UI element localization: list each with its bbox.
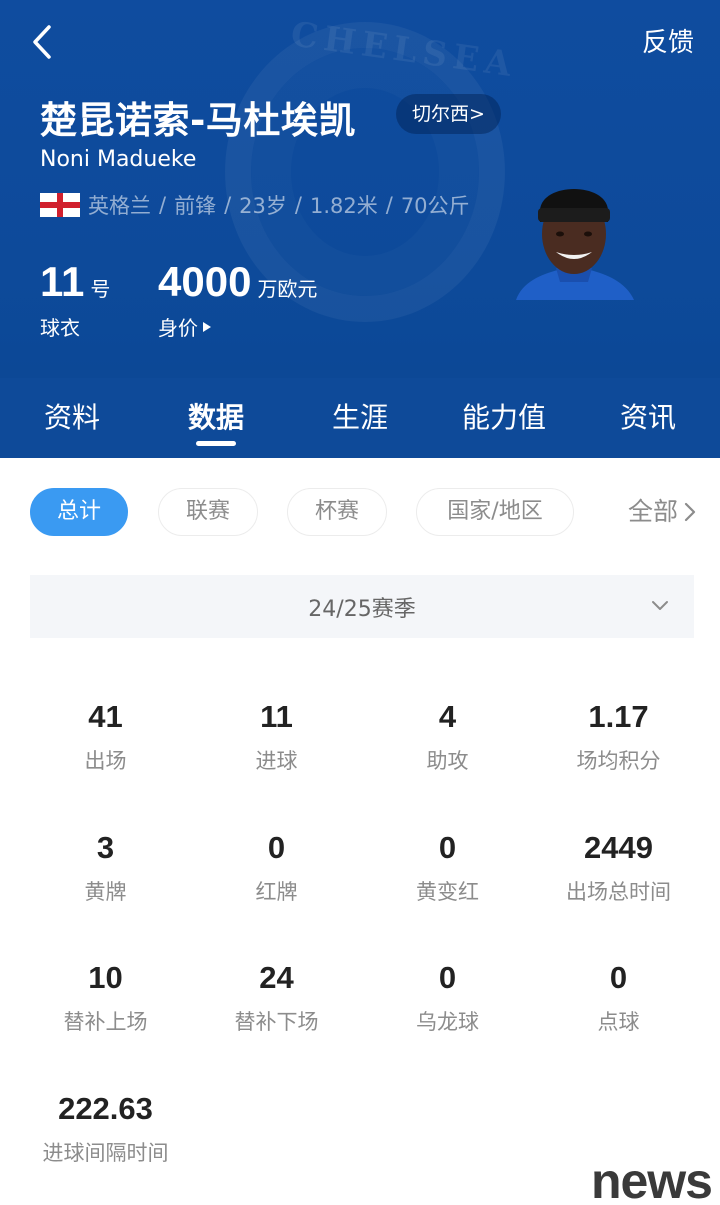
- stat-value: 11: [260, 699, 293, 734]
- stat-value: 222.63: [58, 1091, 153, 1126]
- stat-value: 41: [88, 699, 123, 734]
- jersey-caption: 球衣: [40, 316, 80, 340]
- stat-minutes-played: 2449 出场总时间: [533, 826, 704, 906]
- stat-label: 助攻: [426, 749, 469, 773]
- stat-value: 0: [438, 830, 457, 865]
- meta-separator: /: [224, 193, 232, 217]
- tab-career[interactable]: 生涯: [288, 378, 432, 458]
- club-link[interactable]: 切尔西>: [396, 94, 501, 134]
- tab-profile[interactable]: 资料: [0, 378, 144, 458]
- stat-yellow-cards: 3 黄牌: [20, 826, 191, 906]
- stat-second-yellow: 0 黄变红: [362, 826, 533, 906]
- stat-label: 乌龙球: [416, 1010, 479, 1034]
- stat-value: 1.17: [588, 699, 649, 734]
- filter-all-button[interactable]: 全部: [628, 488, 696, 536]
- chevron-left-icon: [33, 25, 51, 59]
- nationality: 英格兰: [88, 194, 151, 218]
- season-selector[interactable]: 24/25赛季: [30, 575, 694, 638]
- stat-value: 10: [88, 960, 123, 995]
- tab-ability[interactable]: 能力值: [432, 378, 576, 458]
- meta-separator: /: [385, 193, 393, 217]
- stat-minutes-per-goal: 222.63 进球间隔时间: [20, 1087, 191, 1167]
- stat-label: 场均积分: [576, 749, 661, 773]
- jersey-unit: 号: [90, 277, 111, 301]
- england-flag-icon: [40, 193, 80, 217]
- player-photo: [512, 170, 636, 300]
- age: 23岁: [239, 194, 287, 218]
- stat-label: 出场: [84, 749, 127, 773]
- chevron-down-icon: [652, 601, 668, 610]
- stat-label: 替补下场: [234, 1010, 319, 1034]
- position: 前锋: [174, 194, 217, 218]
- market-value-number: 4000: [158, 258, 252, 305]
- stat-value: 0: [267, 830, 286, 865]
- tab-label: 资讯: [619, 401, 676, 434]
- tab-news[interactable]: 资讯: [576, 378, 720, 458]
- stat-penalties: 0 点球: [533, 956, 704, 1036]
- player-meta: 英格兰 / 前锋 / 23岁 / 1.82米 / 70公斤: [40, 190, 470, 220]
- stat-value: 0: [438, 960, 457, 995]
- jersey-number-block: 11 号 球衣: [40, 258, 110, 341]
- stat-label: 黄变红: [416, 880, 479, 904]
- filter-league[interactable]: 联赛: [158, 488, 258, 536]
- tab-label: 数据: [187, 401, 244, 434]
- stat-assists: 4 助攻: [362, 695, 533, 775]
- tab-label: 生涯: [331, 401, 388, 434]
- back-button[interactable]: [22, 22, 62, 62]
- market-value-block[interactable]: 4000 万欧元 身价: [158, 258, 317, 341]
- stat-subbed-on: 10 替补上场: [20, 956, 191, 1036]
- player-name-cn: 楚昆诺索-马杜埃凯: [40, 99, 356, 142]
- stat-goals: 11 进球: [191, 695, 362, 775]
- stat-value: 4: [438, 699, 457, 734]
- stat-value: 3: [96, 830, 115, 865]
- stat-label: 红牌: [255, 880, 298, 904]
- market-value-unit: 万欧元: [257, 277, 318, 301]
- chevron-right-icon: [684, 502, 696, 522]
- season-label: 24/25赛季: [308, 596, 416, 622]
- news-watermark: news: [590, 1153, 713, 1205]
- meta-separator: /: [159, 193, 167, 217]
- feedback-button[interactable]: 反馈: [642, 22, 694, 59]
- stat-value: 24: [259, 960, 294, 995]
- triangle-right-icon: [203, 321, 211, 332]
- market-value-caption: 身价: [158, 316, 198, 340]
- filter-total[interactable]: 总计: [30, 488, 128, 536]
- weight: 70公斤: [400, 194, 470, 218]
- profile-tabs: 资料 数据 生涯 能力值 资讯: [0, 378, 720, 458]
- stat-label: 进球间隔时间: [42, 1141, 169, 1165]
- tab-label: 能力值: [461, 401, 546, 434]
- jersey-number: 11: [40, 258, 85, 305]
- stat-subbed-off: 24 替补下场: [191, 956, 362, 1036]
- player-name-en: Noni Madueke: [40, 147, 197, 172]
- stat-label: 进球: [255, 749, 298, 773]
- stat-value: 2449: [584, 830, 653, 865]
- tab-data[interactable]: 数据: [144, 378, 288, 458]
- height: 1.82米: [309, 194, 378, 218]
- stat-label: 点球: [597, 1010, 640, 1034]
- stat-appearances: 41 出场: [20, 695, 191, 775]
- filter-national[interactable]: 国家/地区: [416, 488, 574, 536]
- stat-label: 替补上场: [63, 1010, 148, 1034]
- competition-filters: 总计 联赛 杯赛 国家/地区 全部: [0, 488, 720, 536]
- market-value-link[interactable]: 身价: [158, 312, 317, 341]
- stat-value: 0: [609, 960, 628, 995]
- stat-red-cards: 0 红牌: [191, 826, 362, 906]
- stat-label: 出场总时间: [566, 880, 671, 904]
- stat-own-goals: 0 乌龙球: [362, 956, 533, 1036]
- active-tab-indicator: [196, 441, 236, 446]
- stat-label: 黄牌: [84, 880, 127, 904]
- filter-all-label: 全部: [627, 497, 678, 526]
- stat-points-per-game: 1.17 场均积分: [533, 695, 704, 775]
- meta-separator: /: [294, 193, 302, 217]
- filter-cup[interactable]: 杯赛: [287, 488, 387, 536]
- tab-label: 资料: [43, 401, 100, 434]
